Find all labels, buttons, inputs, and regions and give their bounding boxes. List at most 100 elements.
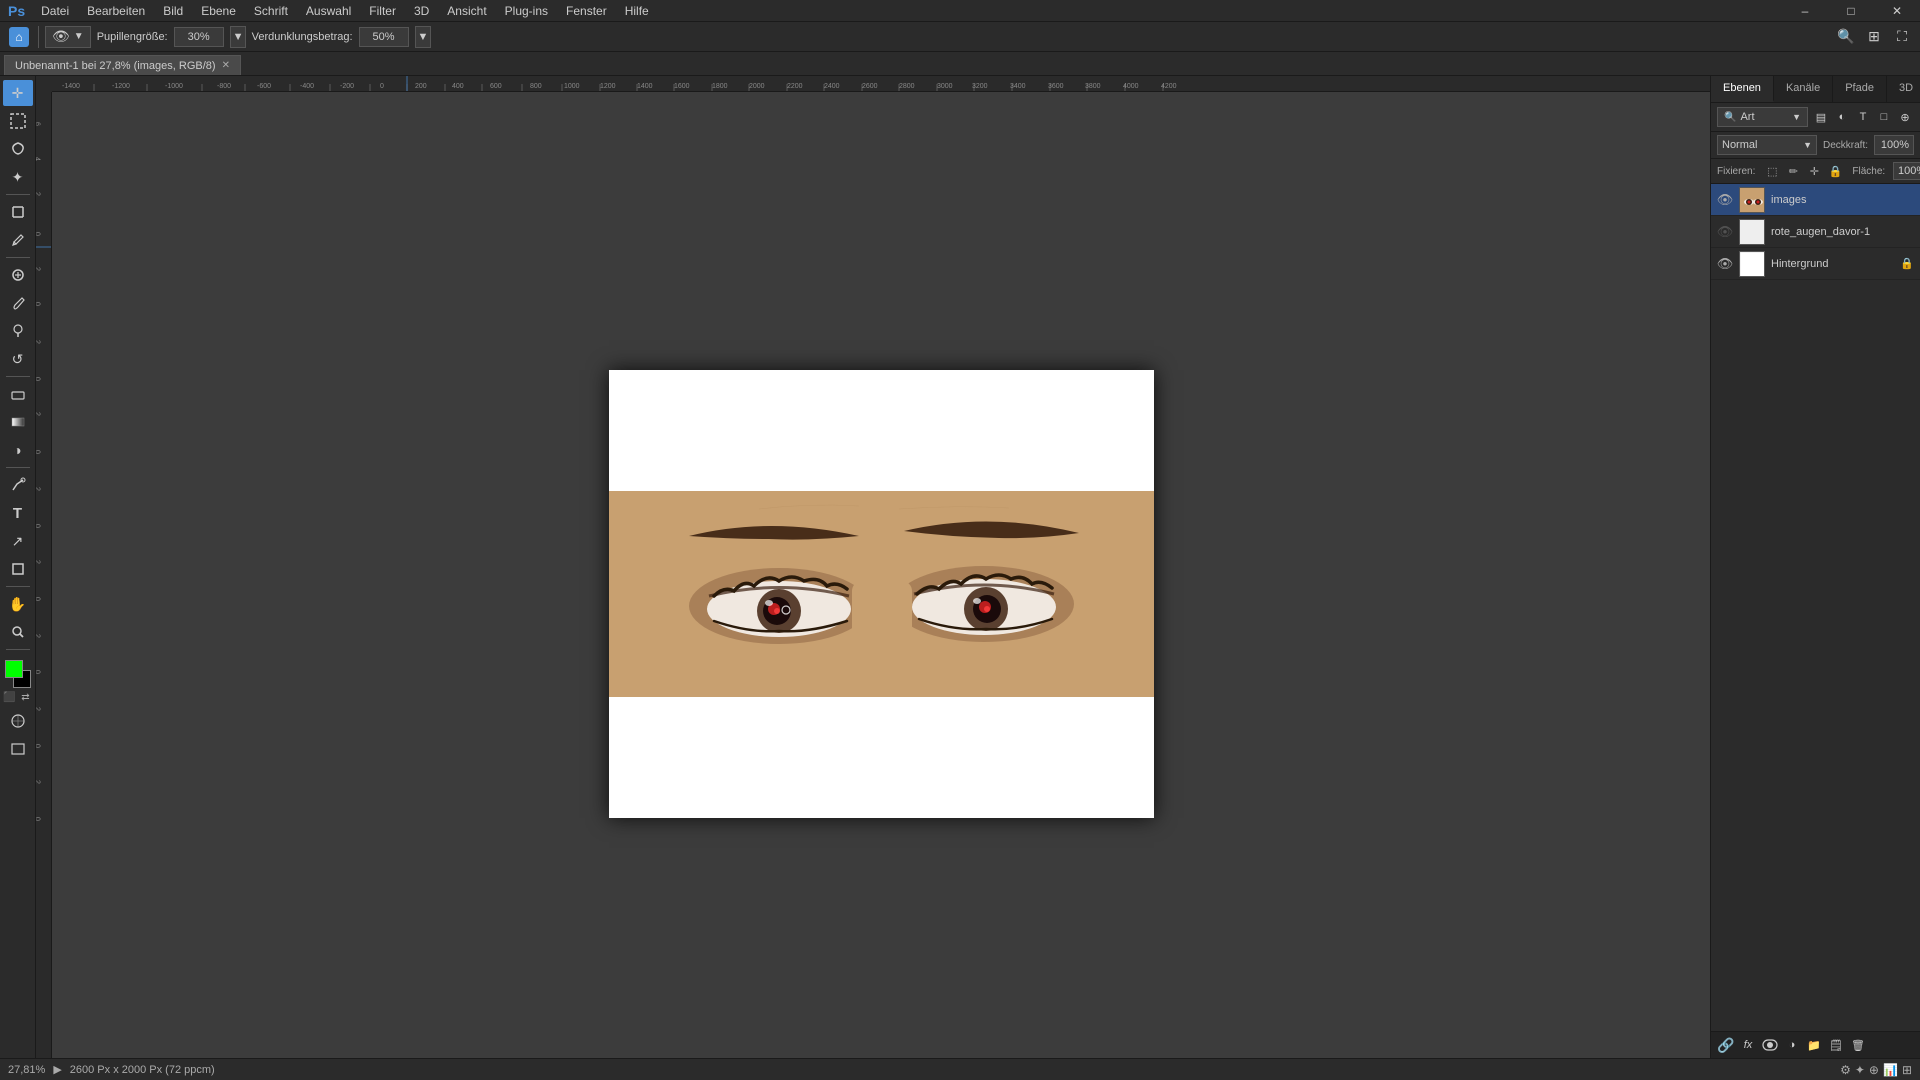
lock-move-icon[interactable]: ✛	[1805, 163, 1823, 179]
tool-size-input[interactable]	[174, 27, 224, 47]
menu-fenster[interactable]: Fenster	[558, 0, 615, 22]
layer-delete-button[interactable]: 🗑	[1849, 1036, 1867, 1054]
clone-stamp-tool[interactable]	[3, 318, 33, 344]
maximize-button[interactable]: □	[1828, 0, 1874, 22]
layer-visibility-hintergrund[interactable]: 👁	[1717, 256, 1733, 272]
lasso-tool[interactable]	[3, 136, 33, 162]
tool-size-dropdown[interactable]: ▼	[230, 26, 246, 48]
lock-pixel-icon[interactable]: ⬚	[1763, 163, 1781, 179]
spot-healing-tool[interactable]	[3, 262, 33, 288]
status-icon-4[interactable]: 📊	[1883, 1063, 1898, 1077]
layer-fx-button[interactable]: fx	[1739, 1036, 1757, 1054]
foreground-color[interactable]	[5, 660, 23, 678]
layer-thumb-images	[1739, 187, 1765, 213]
canvas-area[interactable]	[52, 92, 1710, 1058]
minimize-button[interactable]: –	[1782, 0, 1828, 22]
status-icon-3[interactable]: ⊕	[1869, 1063, 1879, 1077]
hand-tool[interactable]: ✋	[3, 591, 33, 617]
layer-item-hintergrund[interactable]: 👁 Hintergrund 🔒	[1711, 248, 1920, 280]
menu-ebene[interactable]: Ebene	[193, 0, 244, 22]
filter-type-icon[interactable]: T	[1854, 108, 1872, 126]
arrange-icon[interactable]: ⊞	[1862, 25, 1886, 49]
status-arrow[interactable]: ▶	[53, 1063, 61, 1076]
layer-item-images[interactable]: 👁 images	[1711, 184, 1920, 216]
layer-thumb-rote-augen	[1739, 219, 1765, 245]
magic-wand-tool[interactable]: ✦	[3, 164, 33, 190]
gradient-tool[interactable]	[3, 409, 33, 435]
default-colors-button[interactable]: ⬛	[3, 692, 17, 706]
opacity-input[interactable]: 100%	[1874, 135, 1914, 155]
layers-filter-select[interactable]: 🔍 Art ▼	[1717, 107, 1808, 127]
layer-mask-button[interactable]	[1761, 1036, 1779, 1054]
filter-adjustment-icon[interactable]: ◐	[1833, 108, 1851, 126]
status-icon-1[interactable]: ⚙	[1840, 1063, 1851, 1077]
brush-tool[interactable]	[3, 290, 33, 316]
layer-link-icon[interactable]: 🔗	[1717, 1036, 1735, 1054]
document-tab[interactable]: Unbenannt-1 bei 27,8% (images, RGB/8) ✕	[4, 55, 241, 75]
home-button[interactable]: ⌂	[6, 24, 32, 50]
layer-adjustment-button[interactable]: ◑	[1783, 1036, 1801, 1054]
svg-text:2: 2	[36, 707, 41, 711]
tab-ebenen[interactable]: Ebenen	[1711, 76, 1774, 102]
fill-input[interactable]: 100%	[1893, 162, 1920, 180]
menu-bild[interactable]: Bild	[155, 0, 191, 22]
menu-auswahl[interactable]: Auswahl	[298, 0, 359, 22]
tab-pfade[interactable]: Pfade	[1833, 76, 1887, 102]
menu-ansicht[interactable]: Ansicht	[439, 0, 494, 22]
selection-tool[interactable]	[3, 108, 33, 134]
layer-group-button[interactable]: 📁	[1805, 1036, 1823, 1054]
tool-select[interactable]: 👁 ▼	[45, 26, 91, 48]
menu-bearbeiten[interactable]: Bearbeiten	[79, 0, 153, 22]
lock-label: Fixieren:	[1717, 166, 1755, 177]
ruler-top: -1400 -1200 -1000 -800 -600 -400 -200 0 …	[52, 76, 1710, 92]
lock-all-icon[interactable]: 🔒	[1826, 163, 1844, 179]
filter-pixel-icon[interactable]: ▤	[1812, 108, 1830, 126]
zoom-icon[interactable]: ⛶	[1890, 25, 1914, 49]
layers-bottom-bar: 🔗 fx ◑ 📁 🗒 🗑	[1711, 1031, 1920, 1058]
type-tool[interactable]: T	[3, 500, 33, 526]
menu-filter[interactable]: Filter	[361, 0, 404, 22]
status-icon-5[interactable]: ⊞	[1902, 1063, 1912, 1077]
status-right-icons: ⚙ ✦ ⊕ 📊 ⊞	[1840, 1063, 1912, 1077]
tool-size-label: Pupillengröße:	[97, 31, 168, 43]
tab-name: Unbenannt-1 bei 27,8% (images, RGB/8)	[15, 60, 216, 72]
layer-visibility-images[interactable]: 👁	[1717, 192, 1733, 208]
lock-draw-icon[interactable]: ✏	[1784, 163, 1802, 179]
crop-tool[interactable]	[3, 199, 33, 225]
history-brush-tool[interactable]: ↺	[3, 346, 33, 372]
eraser-tool[interactable]	[3, 381, 33, 407]
filter-smart-icon[interactable]: ⊕	[1896, 108, 1914, 126]
menu-hilfe[interactable]: Hilfe	[617, 0, 657, 22]
svg-text:2: 2	[36, 560, 41, 564]
shape-tool[interactable]	[3, 556, 33, 582]
layer-item-rote-augen[interactable]: 👁 rote_augen_davor-1	[1711, 216, 1920, 248]
lock-icons: ⬚ ✏ ✛ 🔒	[1763, 163, 1844, 179]
layer-visibility-rote-augen[interactable]: 👁	[1717, 224, 1733, 240]
darkening-input[interactable]	[359, 27, 409, 47]
screen-mode-button[interactable]	[3, 736, 33, 762]
menu-datei[interactable]: Datei	[33, 0, 77, 22]
menu-schrift[interactable]: Schrift	[246, 0, 296, 22]
layer-add-button[interactable]: 🗒	[1827, 1036, 1845, 1054]
move-tool[interactable]: ✛	[3, 80, 33, 106]
tab-3d[interactable]: 3D	[1887, 76, 1920, 102]
menu-3d[interactable]: 3D	[406, 0, 437, 22]
zoom-tool[interactable]	[3, 619, 33, 645]
pen-tool[interactable]	[3, 472, 33, 498]
tab-close-button[interactable]: ✕	[222, 60, 230, 71]
quick-mask-tool[interactable]	[3, 708, 33, 734]
search-icon[interactable]: 🔍	[1834, 25, 1858, 49]
filter-shape-icon[interactable]: □	[1875, 108, 1893, 126]
eyedropper-tool[interactable]	[3, 227, 33, 253]
close-button[interactable]: ✕	[1874, 0, 1920, 22]
dodge-tool[interactable]: ◑	[3, 437, 33, 463]
canvas-dimensions: 2600 Px x 2000 Px (72 ppcm)	[70, 1064, 215, 1076]
blend-mode-select[interactable]: Normal ▼	[1717, 135, 1817, 155]
status-icon-2[interactable]: ✦	[1855, 1063, 1865, 1077]
darkening-dropdown[interactable]: ▼	[415, 26, 431, 48]
tab-kanaele[interactable]: Kanäle	[1774, 76, 1833, 102]
menu-plugins[interactable]: Plug-ins	[497, 0, 556, 22]
svg-text:-1200: -1200	[112, 83, 130, 90]
switch-colors-button[interactable]: ⇄	[19, 692, 33, 706]
path-selection-tool[interactable]: ↗	[3, 528, 33, 554]
